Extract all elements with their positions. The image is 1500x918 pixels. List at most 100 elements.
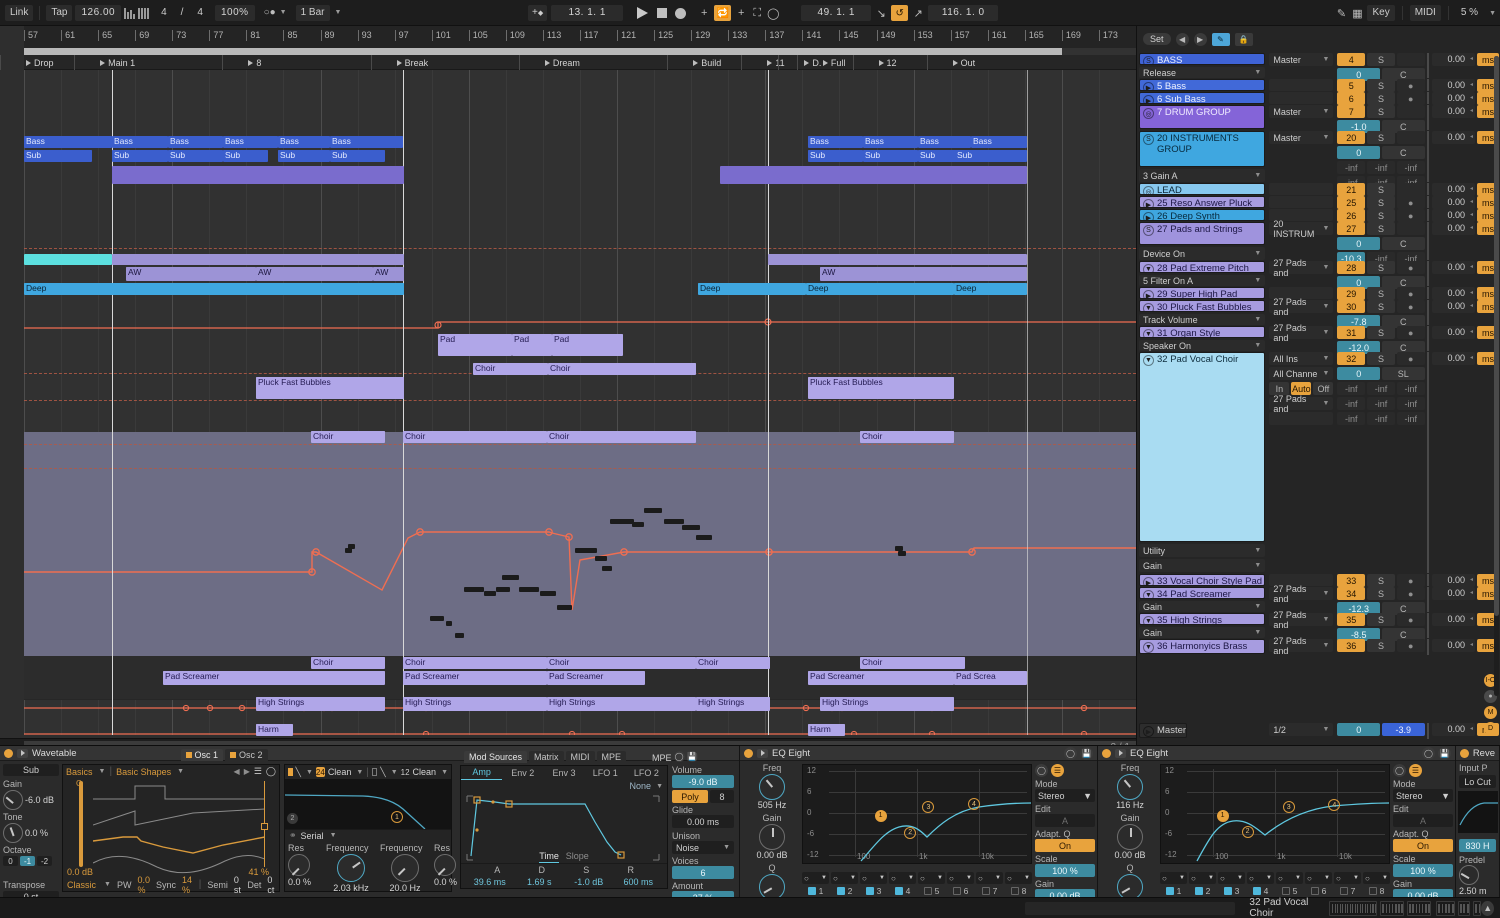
clip[interactable]: AW [256, 267, 373, 281]
eq-band-4[interactable]: ○ ▼ 4 [1247, 872, 1274, 896]
track-numbers-column[interactable]: 27 S 0 C -10.3 -inf -inf [1335, 221, 1426, 265]
locator-7[interactable]: D. [802, 55, 821, 70]
eq-band-8-enable[interactable] [1010, 887, 1019, 895]
wavetable-next-icon[interactable]: ▶ [244, 767, 250, 776]
eq-band-strip[interactable]: ○ ▼ 1 ○ ▼ 2 ○ ▼ 3 ○ ▼ 4 ○ ▼ 5 ○ ▼ 6 ○ ▼ 7 ○ ▼ 8 [1160, 872, 1390, 896]
eq-edit-value[interactable]: A [1393, 814, 1453, 827]
release-value[interactable]: 600 ms [614, 877, 664, 887]
master-volume-value[interactable]: -3.9 [1382, 723, 1425, 736]
nudge-icon[interactable] [138, 7, 150, 19]
clip[interactable]: Choir [403, 657, 547, 669]
track-io-column[interactable]: 27 Pads and ▼ [1267, 610, 1335, 638]
track-icon[interactable]: ◎ [1143, 108, 1154, 119]
midi-note[interactable] [898, 551, 906, 556]
device-activator-icon[interactable] [1102, 748, 1111, 758]
clip[interactable]: Choir [696, 657, 770, 669]
chevron-down-icon[interactable]: ▼ [1489, 10, 1496, 17]
track-icon[interactable]: ▼ [1143, 264, 1154, 272]
track-number[interactable]: 36 [1337, 639, 1366, 652]
tab-env-2[interactable]: Env 2 [502, 768, 543, 778]
clip[interactable] [112, 254, 404, 265]
track-icon[interactable]: ▶ [1143, 577, 1154, 585]
track-delay-value[interactable]: 0.00 [1432, 300, 1475, 313]
track-number-row[interactable]: 27 S [1337, 222, 1425, 235]
arm-button[interactable]: ● [1396, 613, 1425, 626]
track-name-8[interactable]: S 27 Pads and Strings [1139, 222, 1266, 245]
track-icon[interactable]: ▼ [1143, 616, 1154, 624]
arm-button[interactable]: ● [1396, 587, 1425, 600]
track-icon[interactable]: ▶ [1143, 82, 1154, 90]
track-number-row[interactable]: 34 S ● [1337, 587, 1425, 600]
loop-brackets-icon[interactable]: ⛶ [751, 5, 763, 21]
track-name-block[interactable]: ▶ 29 Super High Pad [1137, 286, 1267, 299]
eq-band-1-enable[interactable] [807, 887, 816, 895]
track-name-11[interactable]: ▼ 30 Pluck Fast Bubbles [1139, 300, 1266, 312]
midi-note[interactable] [430, 616, 444, 621]
eq-spectrum-toggle[interactable]: ☰ [1409, 764, 1422, 777]
track-input-channel-selector[interactable]: All Channe ▼ [1269, 367, 1334, 380]
track-row-master[interactable]: ▶Master1/2▼0-3.90.00ms [1137, 722, 1500, 739]
clip[interactable]: Choir [473, 363, 548, 375]
locator-0[interactable]: Drop [24, 55, 54, 70]
track-name-block[interactable]: S 27 Pads and Strings Device On ▼ [1137, 221, 1267, 260]
arm-button[interactable]: ● [1396, 300, 1425, 313]
track-delay-column[interactable]: 0.00ms [1429, 573, 1500, 587]
track-name-10[interactable]: ▶ 29 Super High Pad [1139, 287, 1266, 299]
track-numbers-column[interactable]: 36 S ● [1335, 638, 1426, 655]
track-output-selector[interactable]: 27 Pads and ▼ [1269, 610, 1334, 630]
master-io-column[interactable]: 1/2 ▼ [1267, 722, 1335, 739]
track-name-block[interactable]: ◎ LEAD [1137, 182, 1267, 195]
track-name-block[interactable]: ▶ 33 Vocal Choir Style Pad [1137, 573, 1267, 586]
clip[interactable]: High Strings [547, 697, 696, 711]
track-icon[interactable]: ▼ [1143, 355, 1154, 366]
routing-icon[interactable]: ⚭ [289, 830, 297, 841]
master-number-row[interactable]: 0 -3.9 [1337, 723, 1425, 736]
arm-button[interactable]: ● [1396, 352, 1425, 365]
clip[interactable]: Choir [548, 363, 696, 375]
quantization-selector[interactable]: 1 Bar [295, 4, 330, 21]
chevron-down-icon[interactable]: ▼ [441, 769, 448, 776]
track-icon[interactable]: ▼ [1143, 642, 1154, 653]
locator-1[interactable]: Main 1 [98, 55, 135, 70]
track-delay-column[interactable]: 0.00ms [1429, 325, 1500, 351]
track-name-block[interactable]: ▼ 30 Pluck Fast Bubbles Track Volume ▼ [1137, 299, 1267, 325]
clip[interactable]: Deep [954, 283, 1027, 295]
send-row[interactable]: -inf-inf-inf [1337, 382, 1425, 395]
track-pan-row[interactable]: 0C [1337, 146, 1425, 159]
eq-band-3-enable[interactable] [865, 887, 874, 895]
clip[interactable]: Bass [24, 136, 112, 148]
solo-button[interactable]: S [1367, 326, 1395, 339]
device-thumbnail-5[interactable] [1457, 900, 1470, 916]
eq-freq-knob[interactable] [1117, 774, 1143, 800]
track-delay-column[interactable]: 0.00ms [1429, 130, 1500, 182]
track-delay-column[interactable]: 0.00ms [1429, 78, 1500, 92]
play-button[interactable] [635, 6, 650, 21]
back-arrow-icon[interactable]: ◀ [1175, 32, 1189, 46]
track-name-6[interactable]: ▶25 Reso Answer Pluck Var 1 [1139, 196, 1266, 208]
eq-band-8[interactable]: ○ ▼ 8 [1005, 872, 1032, 896]
eq-scale-value[interactable]: 100 % [1035, 864, 1095, 877]
clip[interactable]: Harm [256, 724, 293, 736]
glide-value[interactable]: 0.00 ms [672, 815, 734, 828]
device-activator-icon[interactable] [1460, 748, 1469, 758]
osc-enable-icon[interactable] [185, 751, 192, 758]
master-output-selector[interactable]: 1/2 ▼ [1269, 723, 1334, 736]
eq-scale-value[interactable]: 100 % [1393, 864, 1453, 877]
track-number[interactable]: 20 [1337, 131, 1366, 144]
punch-in-button[interactable]: + [698, 5, 710, 21]
tab-mod-sources[interactable]: Mod Sources [464, 751, 528, 763]
send-value[interactable]: -inf [1367, 397, 1395, 410]
poly-voices-value[interactable]: 8 [710, 790, 734, 803]
pan-value[interactable]: 0 [1337, 367, 1380, 380]
midi-note[interactable] [446, 621, 452, 626]
track-io-column[interactable]: 20 INSTRUM ▼ [1267, 219, 1335, 260]
solo-button[interactable]: S [1367, 53, 1395, 66]
track-icon[interactable]: ▶ [1143, 212, 1154, 220]
octave-minus2-button[interactable]: -2 [37, 856, 52, 866]
track-row-15[interactable]: ▼ 34 Pad Screamer Gain ▼ 27 Pads and ▼ 34 S ● -12… [1137, 584, 1500, 615]
track-row-17[interactable]: ▼ 36 Harmonyics Brass 27 Pads and ▼ 36 S ● 0.00… [1137, 636, 1500, 656]
device-chain[interactable]: Wavetable Osc 1 Osc 2 Sub Gain -6.0 dB T… [0, 745, 1500, 910]
list-icon[interactable]: ☰ [254, 766, 262, 777]
eq-band-7-enable[interactable] [981, 887, 990, 895]
clip[interactable]: Pad Screamer [808, 671, 954, 685]
